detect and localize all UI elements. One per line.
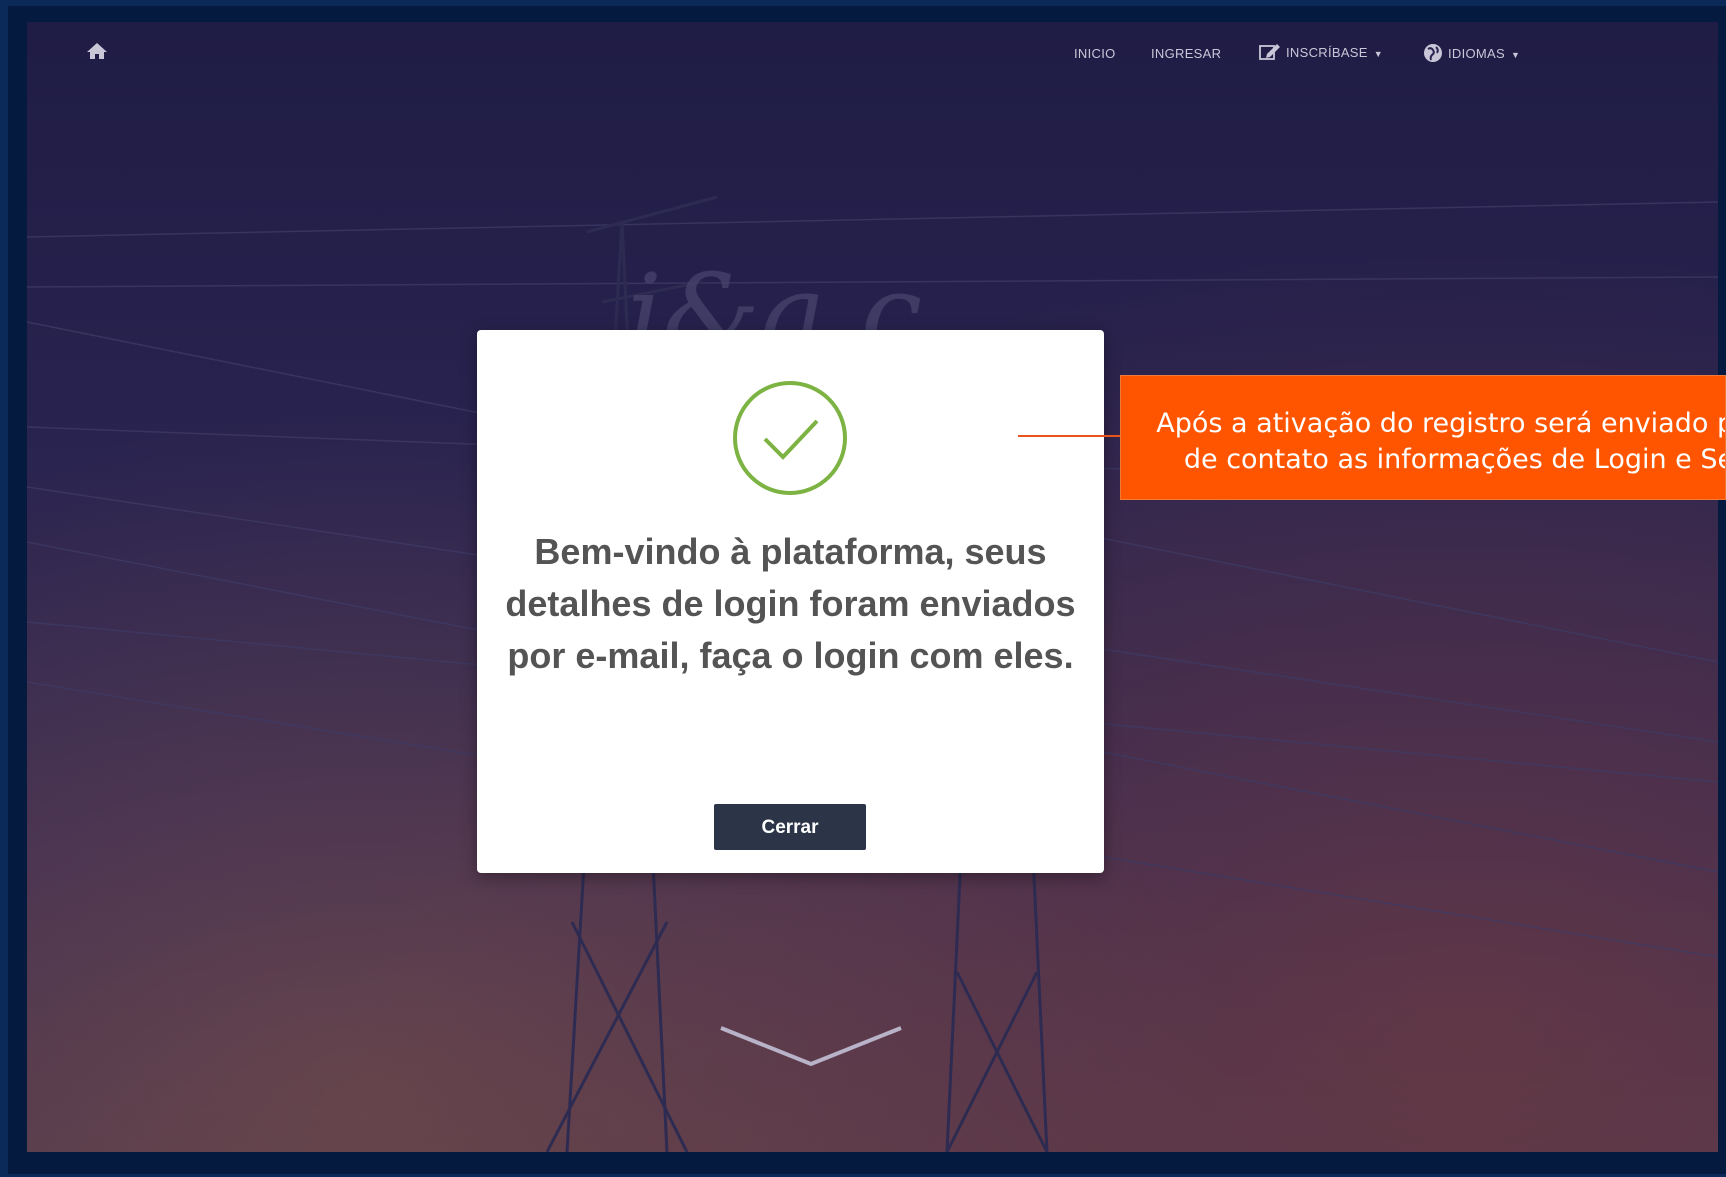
modal-message: Bem-vindo à plataforma, seus detalhes de…: [505, 531, 1076, 676]
callout-line-2: de contato as informações de Login e Se: [1183, 444, 1726, 475]
callout-text: Após a ativação do registro será enviado…: [1149, 406, 1726, 478]
callout-connector: [1018, 435, 1120, 437]
nav-ingresar-label: INGRESAR: [1151, 46, 1222, 61]
caret-down-icon: ▼: [1511, 49, 1521, 60]
globe-icon: [1423, 43, 1443, 66]
nav-idiomas-label: IDIOMAS: [1448, 45, 1505, 61]
nav-inicio-label: INICIO: [1074, 46, 1116, 61]
edit-icon: [1259, 43, 1281, 64]
success-modal: Bem-vindo à plataforma, seus detalhes de…: [477, 330, 1104, 873]
check-circle-icon: [731, 379, 849, 497]
annotation-callout: Após a ativação do registro será enviado…: [1120, 375, 1726, 500]
chevron-down-icon[interactable]: [718, 1022, 904, 1074]
nav-inicio[interactable]: INICIO: [1074, 46, 1116, 61]
nav-idiomas[interactable]: IDIOMAS ▼: [1423, 43, 1520, 66]
callout-line-1: Após a ativação do registro será enviado…: [1156, 408, 1726, 439]
home-icon[interactable]: [86, 42, 108, 60]
caret-down-icon: ▼: [1373, 48, 1383, 59]
nav-ingresar[interactable]: INGRESAR: [1151, 46, 1221, 61]
nav-inscribase[interactable]: INSCRÍBASE ▼: [1259, 43, 1383, 64]
nav-inscribase-label: INSCRÍBASE: [1286, 44, 1368, 60]
close-button[interactable]: Cerrar: [714, 804, 866, 850]
